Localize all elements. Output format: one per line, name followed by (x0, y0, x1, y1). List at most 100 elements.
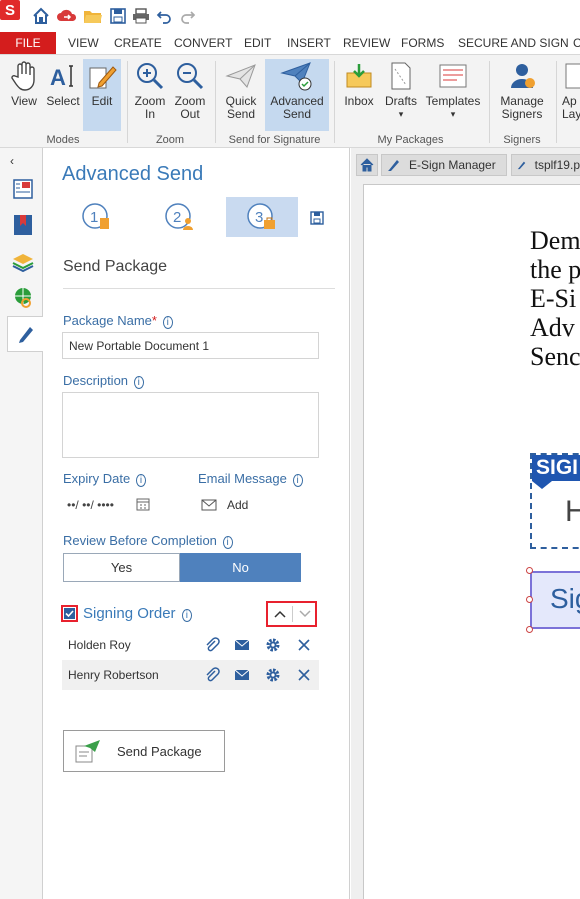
inbox-button[interactable]: Inbox (339, 59, 379, 131)
info-icon[interactable]: i (162, 316, 173, 329)
save-icon[interactable] (107, 5, 129, 27)
drafts-button[interactable]: Drafts ▾ (381, 59, 421, 131)
save-draft-icon[interactable] (310, 211, 324, 228)
chevron-up-icon (274, 610, 286, 618)
package-name-field[interactable]: New Portable Document 1 (62, 332, 319, 359)
tab-forms[interactable]: FORMS (401, 36, 444, 50)
bookmarks-icon[interactable] (12, 214, 34, 236)
calendar-icon[interactable] (136, 497, 150, 514)
tab-secure-and-sign[interactable]: SECURE AND SIGN (458, 36, 569, 50)
send-package-button[interactable]: Send Package (63, 730, 225, 772)
close-icon[interactable] (295, 666, 313, 684)
cloud-icon[interactable] (56, 5, 78, 27)
signer-row[interactable]: Holden Roy (62, 630, 319, 660)
templates-dropdown-icon[interactable]: ▾ (451, 108, 456, 121)
tab-review[interactable]: REVIEW (343, 36, 390, 50)
undo-icon[interactable] (153, 5, 175, 27)
review-yes-option[interactable]: Yes (63, 553, 180, 582)
home-icon[interactable] (30, 5, 52, 27)
tab-document[interactable]: tsplf19.p (511, 154, 580, 176)
move-down-button[interactable] (293, 603, 317, 625)
tab-more[interactable]: C (573, 36, 580, 50)
links-icon[interactable] (12, 287, 34, 309)
drafts-dropdown-icon[interactable]: ▾ (399, 108, 404, 121)
expiry-date-input[interactable]: ••/ ••/ •••• (67, 498, 114, 512)
apply-layout-button[interactable]: Ap Lay (562, 59, 580, 131)
document-page: Dem the p E-Si Adv Senc SIGI H Sig (363, 184, 580, 899)
resize-handle[interactable] (526, 626, 533, 633)
zoom-in-icon (133, 59, 167, 93)
templates-icon (436, 59, 470, 93)
hand-icon (7, 59, 41, 93)
review-no-option[interactable]: No (180, 553, 301, 582)
menu-bar: FILE VIEW CREATE CONVERT EDIT INSERT REV… (0, 32, 580, 54)
envelope-icon (201, 499, 217, 511)
sign-panel-tab[interactable] (7, 316, 43, 352)
tab-view[interactable]: VIEW (68, 36, 99, 50)
redo-icon[interactable] (177, 5, 199, 27)
send-for-signature-group-label: Send for Signature (228, 134, 321, 146)
step-2-signer-icon: 2 (165, 203, 193, 230)
zoom-in-button[interactable]: Zoom In (132, 59, 168, 131)
ribbon-separator (215, 61, 216, 143)
tab-convert[interactable]: CONVERT (174, 36, 232, 50)
gear-icon[interactable] (264, 666, 282, 684)
signer-row[interactable]: Henry Robertson (62, 660, 319, 690)
svg-text:1: 1 (90, 209, 98, 226)
info-icon[interactable]: i (133, 376, 144, 389)
edit-mode-button[interactable]: Edit (83, 59, 121, 131)
layers-icon[interactable] (12, 251, 34, 273)
info-icon[interactable]: i (135, 474, 147, 487)
step-3-button[interactable]: 3 (226, 197, 298, 237)
tab-edit[interactable]: EDIT (244, 36, 271, 50)
quick-send-icon (224, 59, 258, 93)
home-tab[interactable] (356, 154, 378, 176)
select-mode-button[interactable]: A Select (44, 59, 82, 131)
signature-field[interactable]: Sig (530, 571, 580, 629)
tab-create[interactable]: CREATE (114, 36, 162, 50)
app-logo[interactable]: S (0, 0, 20, 20)
email-add-button[interactable]: Add (201, 498, 248, 512)
quick-send-button[interactable]: Quick Send (220, 59, 262, 131)
tab-esign-manager[interactable]: E-Sign Manager (381, 154, 507, 176)
signature-pen-icon (18, 327, 33, 343)
info-icon[interactable]: i (292, 474, 303, 487)
signature-pen-icon (517, 161, 526, 170)
info-icon[interactable]: i (222, 536, 233, 549)
close-icon[interactable] (295, 636, 313, 654)
description-field[interactable] (62, 392, 319, 458)
advanced-send-panel: Advanced Send 1 2 3 Send Package Package… (43, 148, 350, 899)
collapse-panel-icon[interactable]: ‹ (10, 154, 14, 168)
attachment-icon[interactable] (203, 636, 221, 654)
email-icon[interactable] (233, 636, 251, 654)
gear-icon[interactable] (264, 636, 282, 654)
zoom-out-button[interactable]: Zoom Out (172, 59, 208, 131)
section-title: Send Package (63, 258, 168, 275)
print-icon[interactable] (130, 5, 152, 27)
step-2-button[interactable]: 2 (144, 197, 216, 237)
move-up-button[interactable] (268, 603, 292, 625)
resize-handle[interactable] (526, 596, 533, 603)
step-1-button[interactable]: 1 (61, 197, 133, 237)
signing-order-checkbox[interactable] (61, 605, 78, 622)
templates-button[interactable]: Templates ▾ (424, 59, 482, 131)
info-icon[interactable]: i (181, 609, 192, 622)
order-controls (266, 601, 317, 627)
package-name-label: Package Name* i (63, 313, 173, 329)
inbox-icon (342, 59, 376, 93)
email-message-label: Email Message i (198, 471, 303, 487)
resize-handle[interactable] (526, 567, 533, 574)
svg-text:3: 3 (255, 209, 263, 226)
signature-block[interactable]: SIGI H (530, 453, 580, 549)
modes-group-label: Modes (46, 134, 80, 146)
view-mode-button[interactable]: View (5, 59, 43, 131)
attachment-icon[interactable] (203, 666, 221, 684)
tab-insert[interactable]: INSERT (287, 36, 331, 50)
email-icon[interactable] (233, 666, 251, 684)
thumbnails-icon[interactable] (12, 178, 34, 200)
open-folder-icon[interactable] (82, 5, 104, 27)
checkmark-icon (64, 608, 75, 619)
advanced-send-button[interactable]: Advanced Send (265, 59, 329, 131)
manage-signers-button[interactable]: Manage Signers (495, 59, 549, 131)
tab-file[interactable]: FILE (0, 32, 56, 54)
